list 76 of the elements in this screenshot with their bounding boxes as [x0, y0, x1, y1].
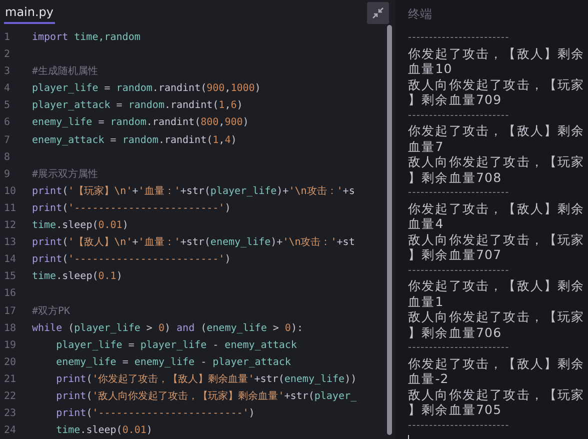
- code-line: print('【敌人】\n'+'血量：'+str(enemy_life)+'\n攻击：'+st: [32, 236, 355, 250]
- line-number: 19: [3, 338, 18, 353]
- collapse-icon: [372, 7, 384, 19]
- separator-line: ------------------------: [408, 186, 510, 200]
- terminal-output-line: 敌人向你发起了攻击，【玩家: [408, 76, 586, 92]
- line-number: 2: [3, 48, 12, 62]
- code-line: print('------------------------'): [32, 253, 231, 268]
- line-number: 16: [3, 287, 18, 302]
- terminal-output-line: 你发起了攻击，【敌人】剩余: [408, 46, 586, 61]
- line-number: 20: [3, 356, 18, 370]
- terminal-output-line: 你发起了攻击，【敌人】剩余: [408, 200, 586, 216]
- line-number: 5: [3, 99, 12, 114]
- file-tab[interactable]: main.py: [4, 5, 55, 24]
- line-number: 15: [3, 270, 18, 284]
- terminal-output-line: 敌人向你发起了攻击，【玩家: [408, 154, 586, 170]
- code-line: player_life = player_life - enemy_attack: [55, 338, 297, 353]
- separator-line: ------------------------: [408, 264, 510, 278]
- line-number: 4: [3, 82, 12, 96]
- code-line: print('你发起了攻击，【敌人】剩余血量'+str(enemy_life)): [55, 372, 357, 387]
- terminal-output-line: 敌人向你发起了攻击，【玩家: [408, 232, 586, 247]
- separator-line: ------------------------: [408, 341, 510, 355]
- code-line: time.sleep(0.01): [55, 424, 152, 438]
- terminal-output-line: 】剩余血量706: [408, 324, 503, 340]
- terminal-output-line: 】剩余血量708: [408, 170, 503, 185]
- terminal-output-line: 你发起了攻击，【敌人】剩余: [408, 123, 586, 138]
- code-line: #展示双方属性: [32, 168, 98, 182]
- code-line: print('------------------------'): [55, 407, 255, 422]
- terminal-output-line: 血量10: [408, 61, 454, 76]
- line-number: 22: [3, 390, 18, 404]
- separator-line: ------------------------: [408, 418, 510, 432]
- code-line: enemy_life = random.randint(800,900): [32, 116, 249, 130]
- terminal-output-line: 】剩余血量709: [408, 92, 503, 108]
- code-line: import time,random: [32, 31, 140, 45]
- line-number: 21: [3, 372, 18, 387]
- line-number: 1: [3, 31, 12, 45]
- line-number: 13: [3, 236, 18, 250]
- collapse-button[interactable]: [367, 2, 389, 24]
- terminal-title: 终端: [408, 6, 433, 23]
- line-number: 3: [3, 65, 12, 80]
- code-line: player_life = random.randint(900,1000): [32, 82, 261, 96]
- terminal-output-line: 】剩余血量705: [408, 402, 503, 418]
- terminal-output-line: 血量7: [408, 138, 445, 154]
- code-line: while (player_life > 0) and (enemy_life > 0):: [32, 322, 303, 336]
- code-line: player_attack = random.randint(1,6): [32, 99, 243, 114]
- line-number: 24: [3, 424, 18, 438]
- line-number: 9: [3, 168, 12, 182]
- line-number: 12: [3, 219, 18, 234]
- line-number: 11: [3, 202, 18, 216]
- code-line: enemy_attack = random.randint(1,4): [32, 134, 237, 148]
- line-number: 17: [3, 304, 18, 318]
- terminal-output-line: 你发起了攻击，【敌人】剩余: [408, 278, 586, 294]
- code-line: time.sleep(0.1): [32, 270, 122, 284]
- code-line: enemy_life = enemy_life - player_attack: [55, 356, 291, 370]
- separator-line: ------------------------: [408, 31, 510, 45]
- line-number: 7: [3, 134, 12, 148]
- code-line: time.sleep(0.01): [32, 219, 128, 234]
- scrollbar[interactable]: [387, 25, 392, 436]
- line-number: 23: [3, 407, 18, 422]
- line-number: 14: [3, 253, 18, 268]
- line-number: 8: [3, 150, 12, 165]
- terminal-output-line: 敌人向你发起了攻击，【玩家: [408, 386, 586, 402]
- code-line: print('【玩家】\n'+'血量：'+str(player_life)+'\n攻击：'+s: [32, 184, 355, 199]
- line-number: 6: [3, 116, 12, 130]
- separator-line: ------------------------: [408, 108, 510, 122]
- line-number: 10: [3, 184, 18, 199]
- code-line: #双方PK: [32, 304, 70, 318]
- code-line: print('------------------------'): [32, 202, 231, 216]
- terminal-output-line: 血量4: [408, 216, 445, 232]
- terminal-output-line: 】剩余血量707: [408, 247, 503, 262]
- terminal-output-line: 你发起了攻击，【敌人】剩余: [408, 356, 586, 371]
- code-line: print('敌人向你发起了攻击，【玩家】剩余血量'+str(player_: [55, 390, 357, 404]
- terminal-output-line: 血量-2: [408, 371, 450, 386]
- terminal-output-line: 敌人向你发起了攻击，【玩家: [408, 309, 586, 324]
- code-line: #生成随机属性: [32, 64, 98, 80]
- terminal-output-line: 血量1: [408, 294, 445, 309]
- line-number: 18: [3, 322, 18, 336]
